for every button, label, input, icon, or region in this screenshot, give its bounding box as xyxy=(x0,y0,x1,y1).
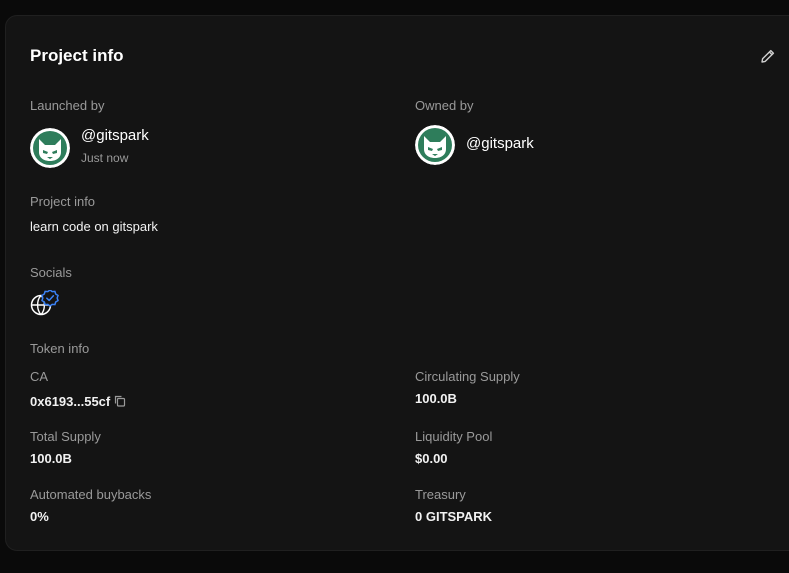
circulating-supply-value: 100.0B xyxy=(415,391,457,406)
globe-icon[interactable] xyxy=(30,290,60,316)
verified-badge-icon xyxy=(41,290,59,307)
launcher-handle[interactable]: @gitspark xyxy=(81,127,149,144)
project-info-label: Project info xyxy=(30,194,96,209)
treasury-value: 0 GITSPARK xyxy=(415,509,493,524)
treasury-label: Treasury xyxy=(415,487,466,502)
project-info-card: Project info Launched by @gitspark Just … xyxy=(5,15,789,551)
liquidity-pool-label: Liquidity Pool xyxy=(415,429,493,444)
liquidity-pool-value: $0.00 xyxy=(415,451,448,466)
owned-by-label: Owned by xyxy=(415,98,474,113)
card-title: Project info xyxy=(30,46,124,65)
circulating-supply-label: Circulating Supply xyxy=(415,369,520,384)
automated-buybacks-value: 0% xyxy=(30,509,49,524)
pencil-icon[interactable] xyxy=(759,47,777,65)
socials-label: Socials xyxy=(30,265,72,280)
launcher-avatar[interactable] xyxy=(30,128,70,168)
launch-time: Just now xyxy=(81,151,129,165)
contract-address[interactable]: 0x6193...55cf xyxy=(30,394,110,409)
launched-by-label: Launched by xyxy=(30,98,105,113)
automated-buybacks-label: Automated buybacks xyxy=(30,487,152,502)
ca-label: CA xyxy=(30,369,49,384)
owner-avatar[interactable] xyxy=(415,125,455,165)
total-supply-value: 100.0B xyxy=(30,451,72,466)
total-supply-label: Total Supply xyxy=(30,429,101,444)
project-description: learn code on gitspark xyxy=(30,219,158,234)
copy-icon[interactable] xyxy=(114,395,126,407)
ca-row: 0x6193...55cf xyxy=(30,392,126,410)
token-info-heading: Token info xyxy=(30,341,90,356)
owner-handle[interactable]: @gitspark xyxy=(466,135,534,152)
